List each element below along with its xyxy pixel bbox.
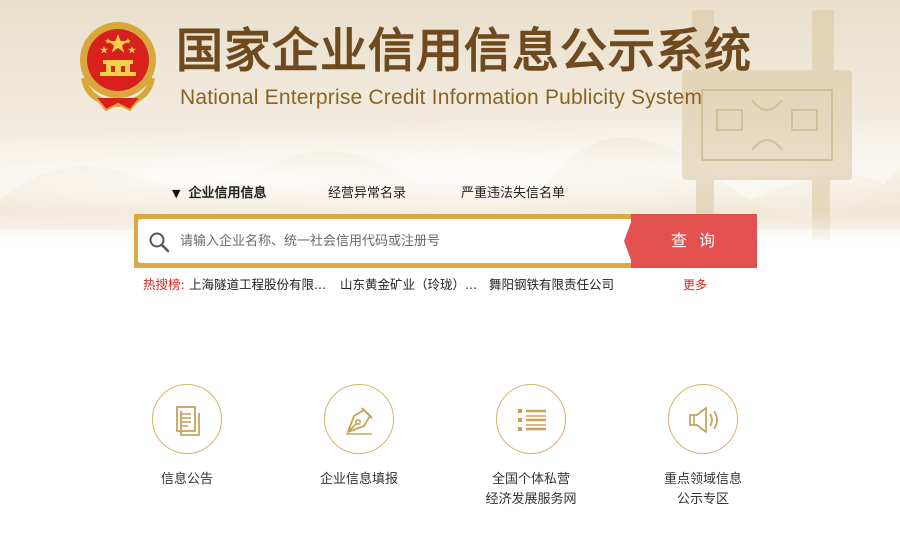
quick-link-label-line1: 重点领域信息 — [663, 472, 742, 487]
quick-link-circle — [324, 384, 394, 454]
quick-link-label: 全国个体私营 经济发展服务网 — [461, 470, 601, 510]
quick-link-label: 信息公告 — [117, 470, 257, 490]
quick-link-circle — [496, 384, 566, 454]
quick-link-label-line1: 信息公告 — [160, 472, 213, 487]
search-box — [138, 219, 638, 263]
quick-link-circle — [152, 384, 222, 454]
search-bar: 查询 — [134, 214, 757, 268]
speaker-icon — [689, 407, 718, 433]
document-icon — [176, 406, 200, 436]
search-icon — [149, 232, 170, 253]
quick-link-label-line2: 公示专区 — [676, 492, 729, 507]
list-icon — [518, 409, 546, 431]
hot-search: 热搜榜: 上海隧道工程股份有限... 山东黄金矿业（玲珑）... 舞阳钢铁有限责… — [143, 276, 614, 294]
quick-link-private-economy-service[interactable]: 全国个体私营 经济发展服务网 — [461, 384, 601, 510]
quick-link-circle — [668, 384, 738, 454]
quick-link-label-line1: 企业信息填报 — [319, 472, 398, 487]
tab-label: 经营异常名录 — [328, 186, 407, 201]
hot-search-label: 热搜榜: — [143, 277, 185, 292]
tab-abnormal-operation-list[interactable]: 经营异常名录 — [328, 182, 406, 201]
hot-search-more-link[interactable]: 更多 — [683, 276, 707, 294]
caret-down-icon: ▼ — [172, 187, 181, 200]
tab-label: 严重违法失信名单 — [461, 186, 566, 201]
hot-search-item[interactable]: 舞阳钢铁有限责任公司 — [489, 276, 614, 294]
pen-nib-icon — [346, 407, 373, 435]
hot-search-item[interactable]: 山东黄金矿业（玲珑）... — [340, 276, 477, 294]
quick-link-information-notice[interactable]: 信息公告 — [117, 384, 257, 490]
tab-serious-violation-list[interactable]: 严重违法失信名单 — [461, 182, 565, 201]
site-title: 国家企业信用信息公示系统 — [176, 24, 752, 79]
search-input[interactable] — [180, 225, 620, 257]
quick-link-label-line2: 经济发展服务网 — [485, 492, 577, 507]
quick-link-key-field-publicity[interactable]: 重点领域信息 公示专区 — [633, 384, 773, 510]
quick-link-label-line1: 全国个体私营 — [491, 472, 570, 487]
tab-enterprise-credit-info[interactable]: ▼ 企业信用信息 — [172, 182, 266, 201]
search-button[interactable]: 查询 — [631, 214, 757, 268]
hot-search-item[interactable]: 上海隧道工程股份有限... — [189, 276, 326, 294]
site-subtitle: National Enterprise Credit Information P… — [180, 86, 703, 109]
national-emblem-icon — [80, 22, 156, 112]
quick-link-enterprise-info-filing[interactable]: 企业信息填报 — [289, 384, 429, 490]
quick-link-label: 企业信息填报 — [289, 470, 429, 490]
tab-label: 企业信用信息 — [188, 186, 267, 201]
quick-link-label: 重点领域信息 公示专区 — [633, 470, 773, 510]
